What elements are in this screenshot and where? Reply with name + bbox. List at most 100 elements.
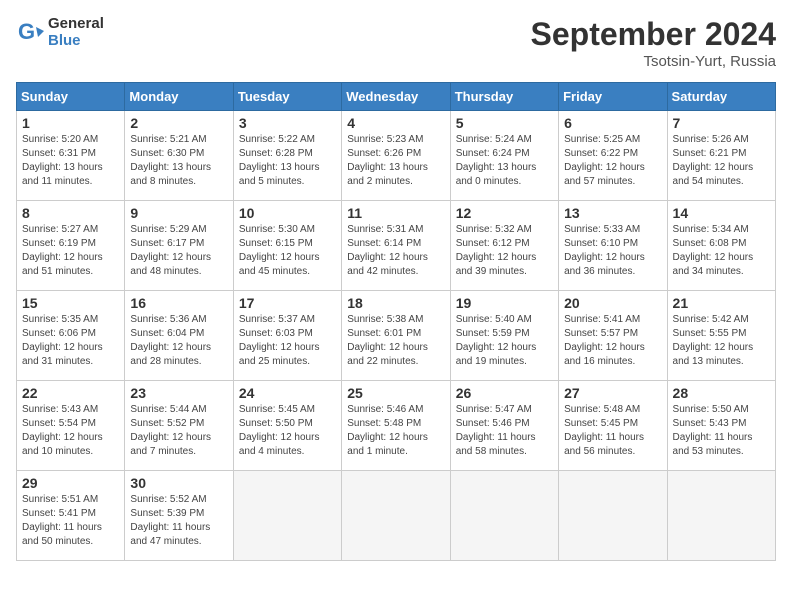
calendar-cell: 28Sunrise: 5:50 AM Sunset: 5:43 PM Dayli…: [667, 381, 775, 471]
day-number: 18: [347, 295, 444, 311]
day-header-sunday: Sunday: [17, 83, 125, 111]
calendar-cell: 21 Sunrise: 5:42 AM Sunset: 5:55 PM Dayli…: [667, 291, 775, 381]
calendar-cell: 17 Sunrise: 5:37 AM Sunset: 6:03 PM Dayli…: [233, 291, 341, 381]
day-info: Sunrise: 5:37 AM Sunset: 6:03 PM Dayligh…: [239, 313, 336, 369]
day-number: 3: [239, 115, 336, 131]
calendar-cell: 12Sunrise: 5:32 AM Sunset: 6:12 PM Dayli…: [450, 201, 558, 291]
calendar-cell: 26 Sunrise: 5:47 AM Sunset: 5:46 PM Dayli…: [450, 381, 558, 471]
week-row-1: 1 Sunrise: 5:20 AM Sunset: 6:31 PM Daylig…: [17, 111, 776, 201]
day-info: Sunrise: 5:51 AM Sunset: 5:41 PM Dayligh…: [22, 493, 119, 549]
calendar-cell: 13Sunrise: 5:33 AM Sunset: 6:10 PM Dayli…: [559, 201, 667, 291]
week-row-3: 15Sunrise: 5:35 AM Sunset: 6:06 PM Dayli…: [17, 291, 776, 381]
day-number: 25: [347, 385, 444, 401]
day-info: Sunrise: 5:34 AM Sunset: 6:08 PM Dayligh…: [673, 223, 770, 279]
day-info: Sunrise: 5:27 AM Sunset: 6:19 PM Dayligh…: [22, 223, 119, 279]
day-info: Sunrise: 5:48 AM Sunset: 5:45 PM Dayligh…: [564, 403, 661, 459]
day-number: 29: [22, 475, 119, 491]
calendar-cell: 4 Sunrise: 5:23 AM Sunset: 6:26 PM Daylig…: [342, 111, 450, 201]
day-info: Sunrise: 5:31 AM Sunset: 6:14 PM Dayligh…: [347, 223, 444, 279]
day-info: Sunrise: 5:46 AM Sunset: 5:48 PM Dayligh…: [347, 403, 444, 459]
calendar-cell: 27 Sunrise: 5:48 AM Sunset: 5:45 PM Dayli…: [559, 381, 667, 471]
day-info: Sunrise: 5:26 AM Sunset: 6:21 PM Dayligh…: [673, 133, 770, 189]
day-info: Sunrise: 5:36 AM Sunset: 6:04 PM Dayligh…: [130, 313, 227, 369]
day-header-monday: Monday: [125, 83, 233, 111]
day-info: Sunrise: 5:45 AM Sunset: 5:50 PM Dayligh…: [239, 403, 336, 459]
month-title: September 2024: [531, 16, 776, 53]
day-number: 10: [239, 205, 336, 221]
day-info: Sunrise: 5:25 AM Sunset: 6:22 PM Dayligh…: [564, 133, 661, 189]
svg-text:G: G: [18, 19, 35, 44]
day-info: Sunrise: 5:24 AM Sunset: 6:24 PM Dayligh…: [456, 133, 553, 189]
day-number: 1: [22, 115, 119, 131]
day-info: Sunrise: 5:47 AM Sunset: 5:46 PM Dayligh…: [456, 403, 553, 459]
calendar-cell: 1 Sunrise: 5:20 AM Sunset: 6:31 PM Daylig…: [17, 111, 125, 201]
day-number: 7: [673, 115, 770, 131]
day-info: Sunrise: 5:20 AM Sunset: 6:31 PM Dayligh…: [22, 133, 119, 189]
day-info: Sunrise: 5:29 AM Sunset: 6:17 PM Dayligh…: [130, 223, 227, 279]
logo-icon: G: [16, 19, 44, 47]
calendar-cell: 16 Sunrise: 5:36 AM Sunset: 6:04 PM Dayli…: [125, 291, 233, 381]
calendar-cell: 2 Sunrise: 5:21 AM Sunset: 6:30 PM Daylig…: [125, 111, 233, 201]
day-info: Sunrise: 5:23 AM Sunset: 6:26 PM Dayligh…: [347, 133, 444, 189]
day-info: Sunrise: 5:41 AM Sunset: 5:57 PM Dayligh…: [564, 313, 661, 369]
day-number: 5: [456, 115, 553, 131]
day-number: 24: [239, 385, 336, 401]
day-number: 2: [130, 115, 227, 131]
calendar-table: SundayMondayTuesdayWednesdayThursdayFrid…: [16, 82, 776, 561]
day-number: 11: [347, 205, 444, 221]
calendar-cell: 10Sunrise: 5:30 AM Sunset: 6:15 PM Dayli…: [233, 201, 341, 291]
calendar-cell: 5 Sunrise: 5:24 AM Sunset: 6:24 PM Daylig…: [450, 111, 558, 201]
day-header-friday: Friday: [559, 83, 667, 111]
calendar-cell: 3Sunrise: 5:22 AM Sunset: 6:28 PM Daylig…: [233, 111, 341, 201]
calendar-cell: [667, 471, 775, 561]
day-number: 20: [564, 295, 661, 311]
calendar-cell: [342, 471, 450, 561]
calendar-cell: 22Sunrise: 5:43 AM Sunset: 5:54 PM Dayli…: [17, 381, 125, 471]
day-number: 9: [130, 205, 227, 221]
day-number: 4: [347, 115, 444, 131]
day-number: 17: [239, 295, 336, 311]
day-number: 26: [456, 385, 553, 401]
day-number: 16: [130, 295, 227, 311]
header-row: SundayMondayTuesdayWednesdayThursdayFrid…: [17, 83, 776, 111]
day-number: 8: [22, 205, 119, 221]
day-info: Sunrise: 5:43 AM Sunset: 5:54 PM Dayligh…: [22, 403, 119, 459]
calendar-cell: 11 Sunrise: 5:31 AM Sunset: 6:14 PM Dayli…: [342, 201, 450, 291]
logo-text: General Blue: [48, 16, 104, 49]
week-row-4: 22Sunrise: 5:43 AM Sunset: 5:54 PM Dayli…: [17, 381, 776, 471]
page-header: G General Blue September 2024 Tsotsin-Yu…: [16, 16, 776, 70]
day-info: Sunrise: 5:44 AM Sunset: 5:52 PM Dayligh…: [130, 403, 227, 459]
logo-line1: General: [48, 16, 104, 33]
day-header-saturday: Saturday: [667, 83, 775, 111]
calendar-cell: 24 Sunrise: 5:45 AM Sunset: 5:50 PM Dayli…: [233, 381, 341, 471]
title-block: September 2024 Tsotsin-Yurt, Russia: [531, 16, 776, 70]
calendar-cell: 25 Sunrise: 5:46 AM Sunset: 5:48 PM Dayli…: [342, 381, 450, 471]
calendar-cell: [450, 471, 558, 561]
week-row-2: 8 Sunrise: 5:27 AM Sunset: 6:19 PM Daylig…: [17, 201, 776, 291]
location: Tsotsin-Yurt, Russia: [531, 53, 776, 70]
calendar-cell: 20 Sunrise: 5:41 AM Sunset: 5:57 PM Dayli…: [559, 291, 667, 381]
day-info: Sunrise: 5:40 AM Sunset: 5:59 PM Dayligh…: [456, 313, 553, 369]
calendar-cell: 8 Sunrise: 5:27 AM Sunset: 6:19 PM Daylig…: [17, 201, 125, 291]
day-number: 27: [564, 385, 661, 401]
calendar-cell: 19 Sunrise: 5:40 AM Sunset: 5:59 PM Dayli…: [450, 291, 558, 381]
calendar-cell: 30Sunrise: 5:52 AM Sunset: 5:39 PM Dayli…: [125, 471, 233, 561]
calendar-cell: 6Sunrise: 5:25 AM Sunset: 6:22 PM Daylig…: [559, 111, 667, 201]
day-number: 21: [673, 295, 770, 311]
day-info: Sunrise: 5:21 AM Sunset: 6:30 PM Dayligh…: [130, 133, 227, 189]
day-info: Sunrise: 5:52 AM Sunset: 5:39 PM Dayligh…: [130, 493, 227, 549]
day-header-tuesday: Tuesday: [233, 83, 341, 111]
logo-line2: Blue: [48, 33, 104, 50]
day-info: Sunrise: 5:35 AM Sunset: 6:06 PM Dayligh…: [22, 313, 119, 369]
day-info: Sunrise: 5:50 AM Sunset: 5:43 PM Dayligh…: [673, 403, 770, 459]
week-row-5: 29 Sunrise: 5:51 AM Sunset: 5:41 PM Dayli…: [17, 471, 776, 561]
day-number: 19: [456, 295, 553, 311]
day-header-wednesday: Wednesday: [342, 83, 450, 111]
day-info: Sunrise: 5:38 AM Sunset: 6:01 PM Dayligh…: [347, 313, 444, 369]
calendar-cell: 9 Sunrise: 5:29 AM Sunset: 6:17 PM Daylig…: [125, 201, 233, 291]
calendar-cell: 29 Sunrise: 5:51 AM Sunset: 5:41 PM Dayli…: [17, 471, 125, 561]
day-number: 14: [673, 205, 770, 221]
day-info: Sunrise: 5:42 AM Sunset: 5:55 PM Dayligh…: [673, 313, 770, 369]
calendar-cell: [233, 471, 341, 561]
calendar-cell: 23Sunrise: 5:44 AM Sunset: 5:52 PM Dayli…: [125, 381, 233, 471]
